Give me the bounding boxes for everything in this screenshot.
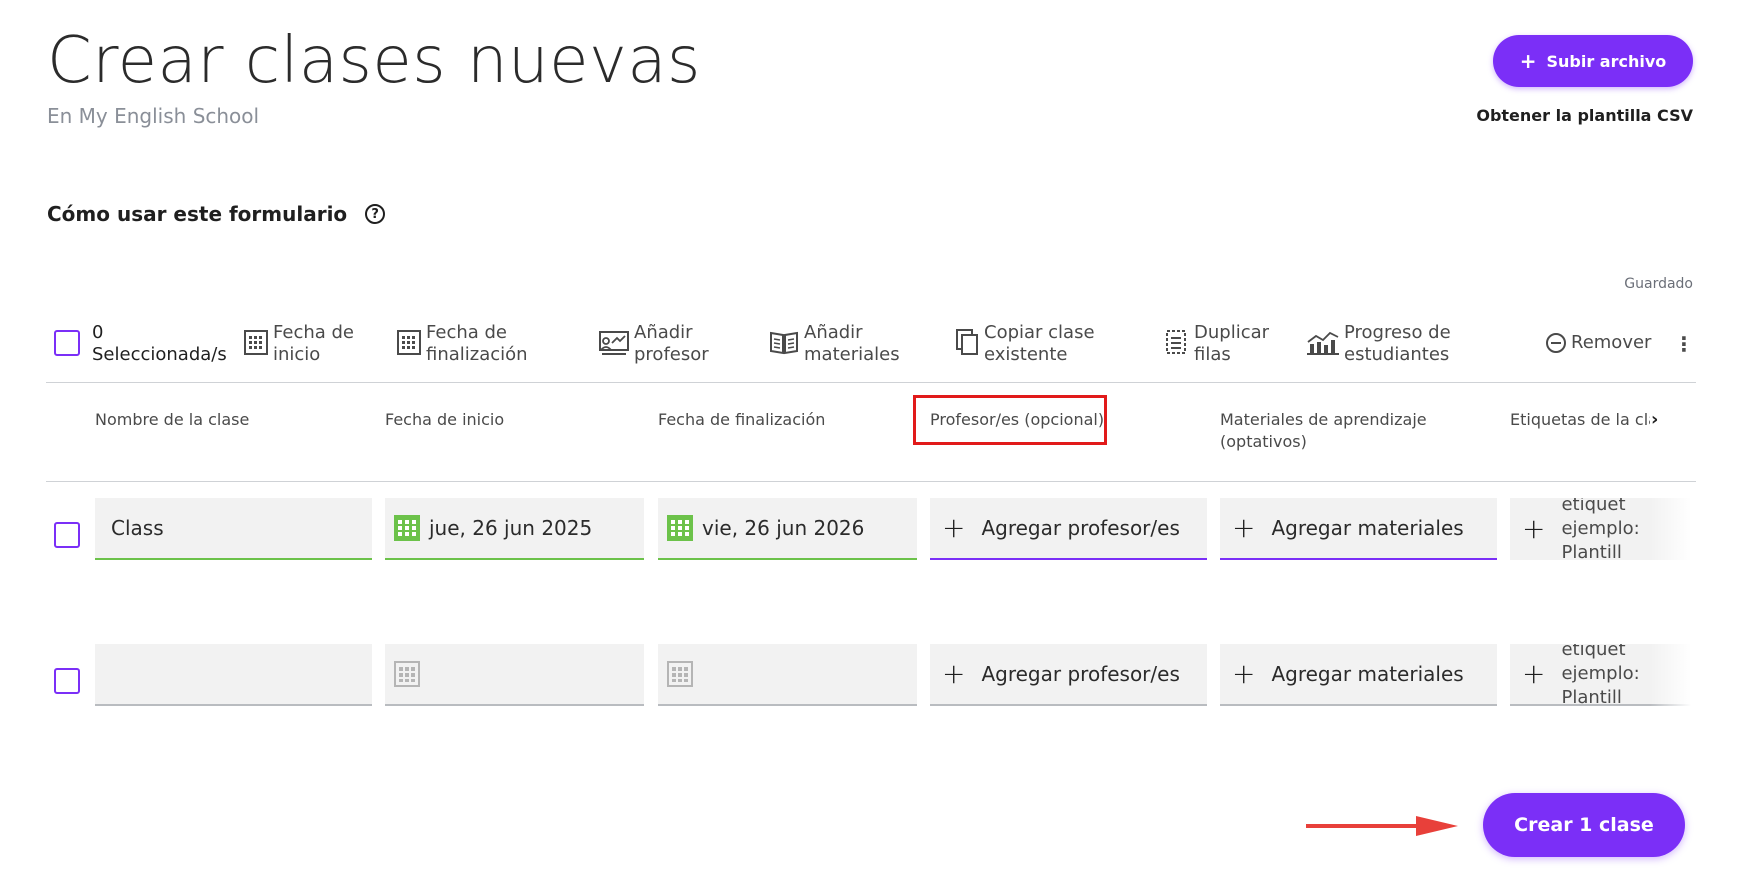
howto-label: Cómo usar este formulario [47,202,348,226]
selected-count: 0 Seleccionada/s [92,322,227,365]
bulk-toolbar: 0 Seleccionada/s Fecha de inicio Fecha d… [46,318,1696,380]
end-date-value: vie, 26 jun 2026 [702,516,865,540]
open-book-icon [770,331,798,355]
toolbar-duplicate-rows-button[interactable]: Duplicar filas [1164,322,1269,366]
calendar-icon [394,515,420,541]
add-materials-label: Agregar materiales [1271,662,1464,686]
toolbar-duplicate-rows-label: Duplicar filas [1194,322,1270,365]
add-teachers-label: Agregar profesor/es [981,662,1180,686]
calendar-icon [667,515,693,541]
copy-icon [956,329,978,355]
add-teachers-label: Agregar profesor/es [981,516,1180,540]
end-date-field[interactable] [658,644,917,706]
csv-template-link[interactable]: Obtener la plantilla CSV [1476,106,1693,125]
howto-section: Cómo usar este formulario ? [47,202,386,226]
plus-icon: + [1232,657,1256,690]
add-teachers-field[interactable]: + Agregar profesor/es [930,644,1207,706]
class-name-value: Class [111,516,164,540]
toolbar-student-progress-button[interactable]: Progreso de estudiantes [1306,322,1451,366]
page-title: Crear clases nuevas [47,24,701,98]
toolbar-remove-label: Remover [1571,332,1652,353]
minus-circle-icon [1546,333,1566,353]
add-materials-field[interactable]: + Agregar materiales [1220,644,1497,706]
toolbar-add-materials-label: Añadir materiales [804,322,900,365]
saved-status: Guardado [1624,276,1693,292]
calendar-icon [667,661,693,687]
select-all-checkbox[interactable] [54,330,80,356]
class-name-input[interactable] [95,644,372,706]
header-bottom-divider [46,481,1696,482]
toolbar-end-date-button[interactable]: Fecha de finalización [396,322,528,366]
progress-chart-icon [1307,331,1339,355]
calendar-icon [397,330,421,355]
toolbar-student-progress-label: Progreso de estudiantes [1344,322,1451,365]
toolbar-copy-class-label: Copiar clase existente [984,322,1095,365]
teacher-board-icon [599,331,629,355]
header-top-divider [46,382,1696,383]
row-checkbox[interactable] [54,668,80,694]
start-date-field[interactable]: jue, 26 jun 2025 [385,498,644,560]
more-options-icon[interactable]: ⋮ [1674,332,1694,356]
calendar-icon [394,661,420,687]
class-name-input[interactable]: Class [95,498,372,560]
help-icon[interactable]: ? [365,204,386,224]
upload-file-button[interactable]: + Subir archivo [1493,35,1693,87]
toolbar-add-materials-button[interactable]: Añadir materiales [768,322,900,366]
plus-icon: + [942,657,966,690]
upload-file-label: Subir archivo [1546,51,1667,71]
col-header-materials: Materiales de aprendizaje (optativos) [1220,410,1427,451]
col-header-end: Fecha de finalización [658,410,826,429]
calendar-icon [244,330,268,355]
start-date-value: jue, 26 jun 2025 [429,516,593,540]
toolbar-remove-button[interactable]: Remover [1545,332,1651,354]
toolbar-start-date-label: Fecha de inicio [273,322,354,365]
plus-icon: + [1522,512,1546,545]
chevron-right-icon[interactable]: › [1651,409,1659,430]
toolbar-start-date-button[interactable]: Fecha de inicio [243,322,354,366]
highlight-box [913,395,1107,445]
col-header-tags: Etiquetas de la clase (O [1510,410,1650,429]
end-date-field[interactable]: vie, 26 jun 2026 [658,498,917,560]
scroll-fade [1650,483,1696,713]
page-subtitle: En My English School [47,104,260,128]
create-class-button[interactable]: Crear 1 clase [1483,793,1685,857]
col-header-name: Nombre de la clase [95,410,250,429]
plus-icon: + [1522,657,1546,690]
duplicate-rows-icon [1166,330,1186,354]
toolbar-copy-class-button[interactable]: Copiar clase existente [954,322,1095,366]
row-checkbox[interactable] [54,522,80,548]
add-materials-field[interactable]: + Agregar materiales [1220,498,1497,560]
add-materials-label: Agregar materiales [1271,516,1464,540]
start-date-field[interactable] [385,644,644,706]
arrow-right-icon [1306,816,1458,836]
toolbar-add-teacher-button[interactable]: Añadir profesor [598,322,709,366]
plus-icon: + [1519,49,1537,73]
toolbar-add-teacher-label: Añadir profesor [634,322,709,365]
add-teachers-field[interactable]: + Agregar profesor/es [930,498,1207,560]
col-header-start: Fecha de inicio [385,410,505,429]
plus-icon: + [1232,511,1256,544]
toolbar-end-date-label: Fecha de finalización [426,322,528,365]
plus-icon: + [942,511,966,544]
